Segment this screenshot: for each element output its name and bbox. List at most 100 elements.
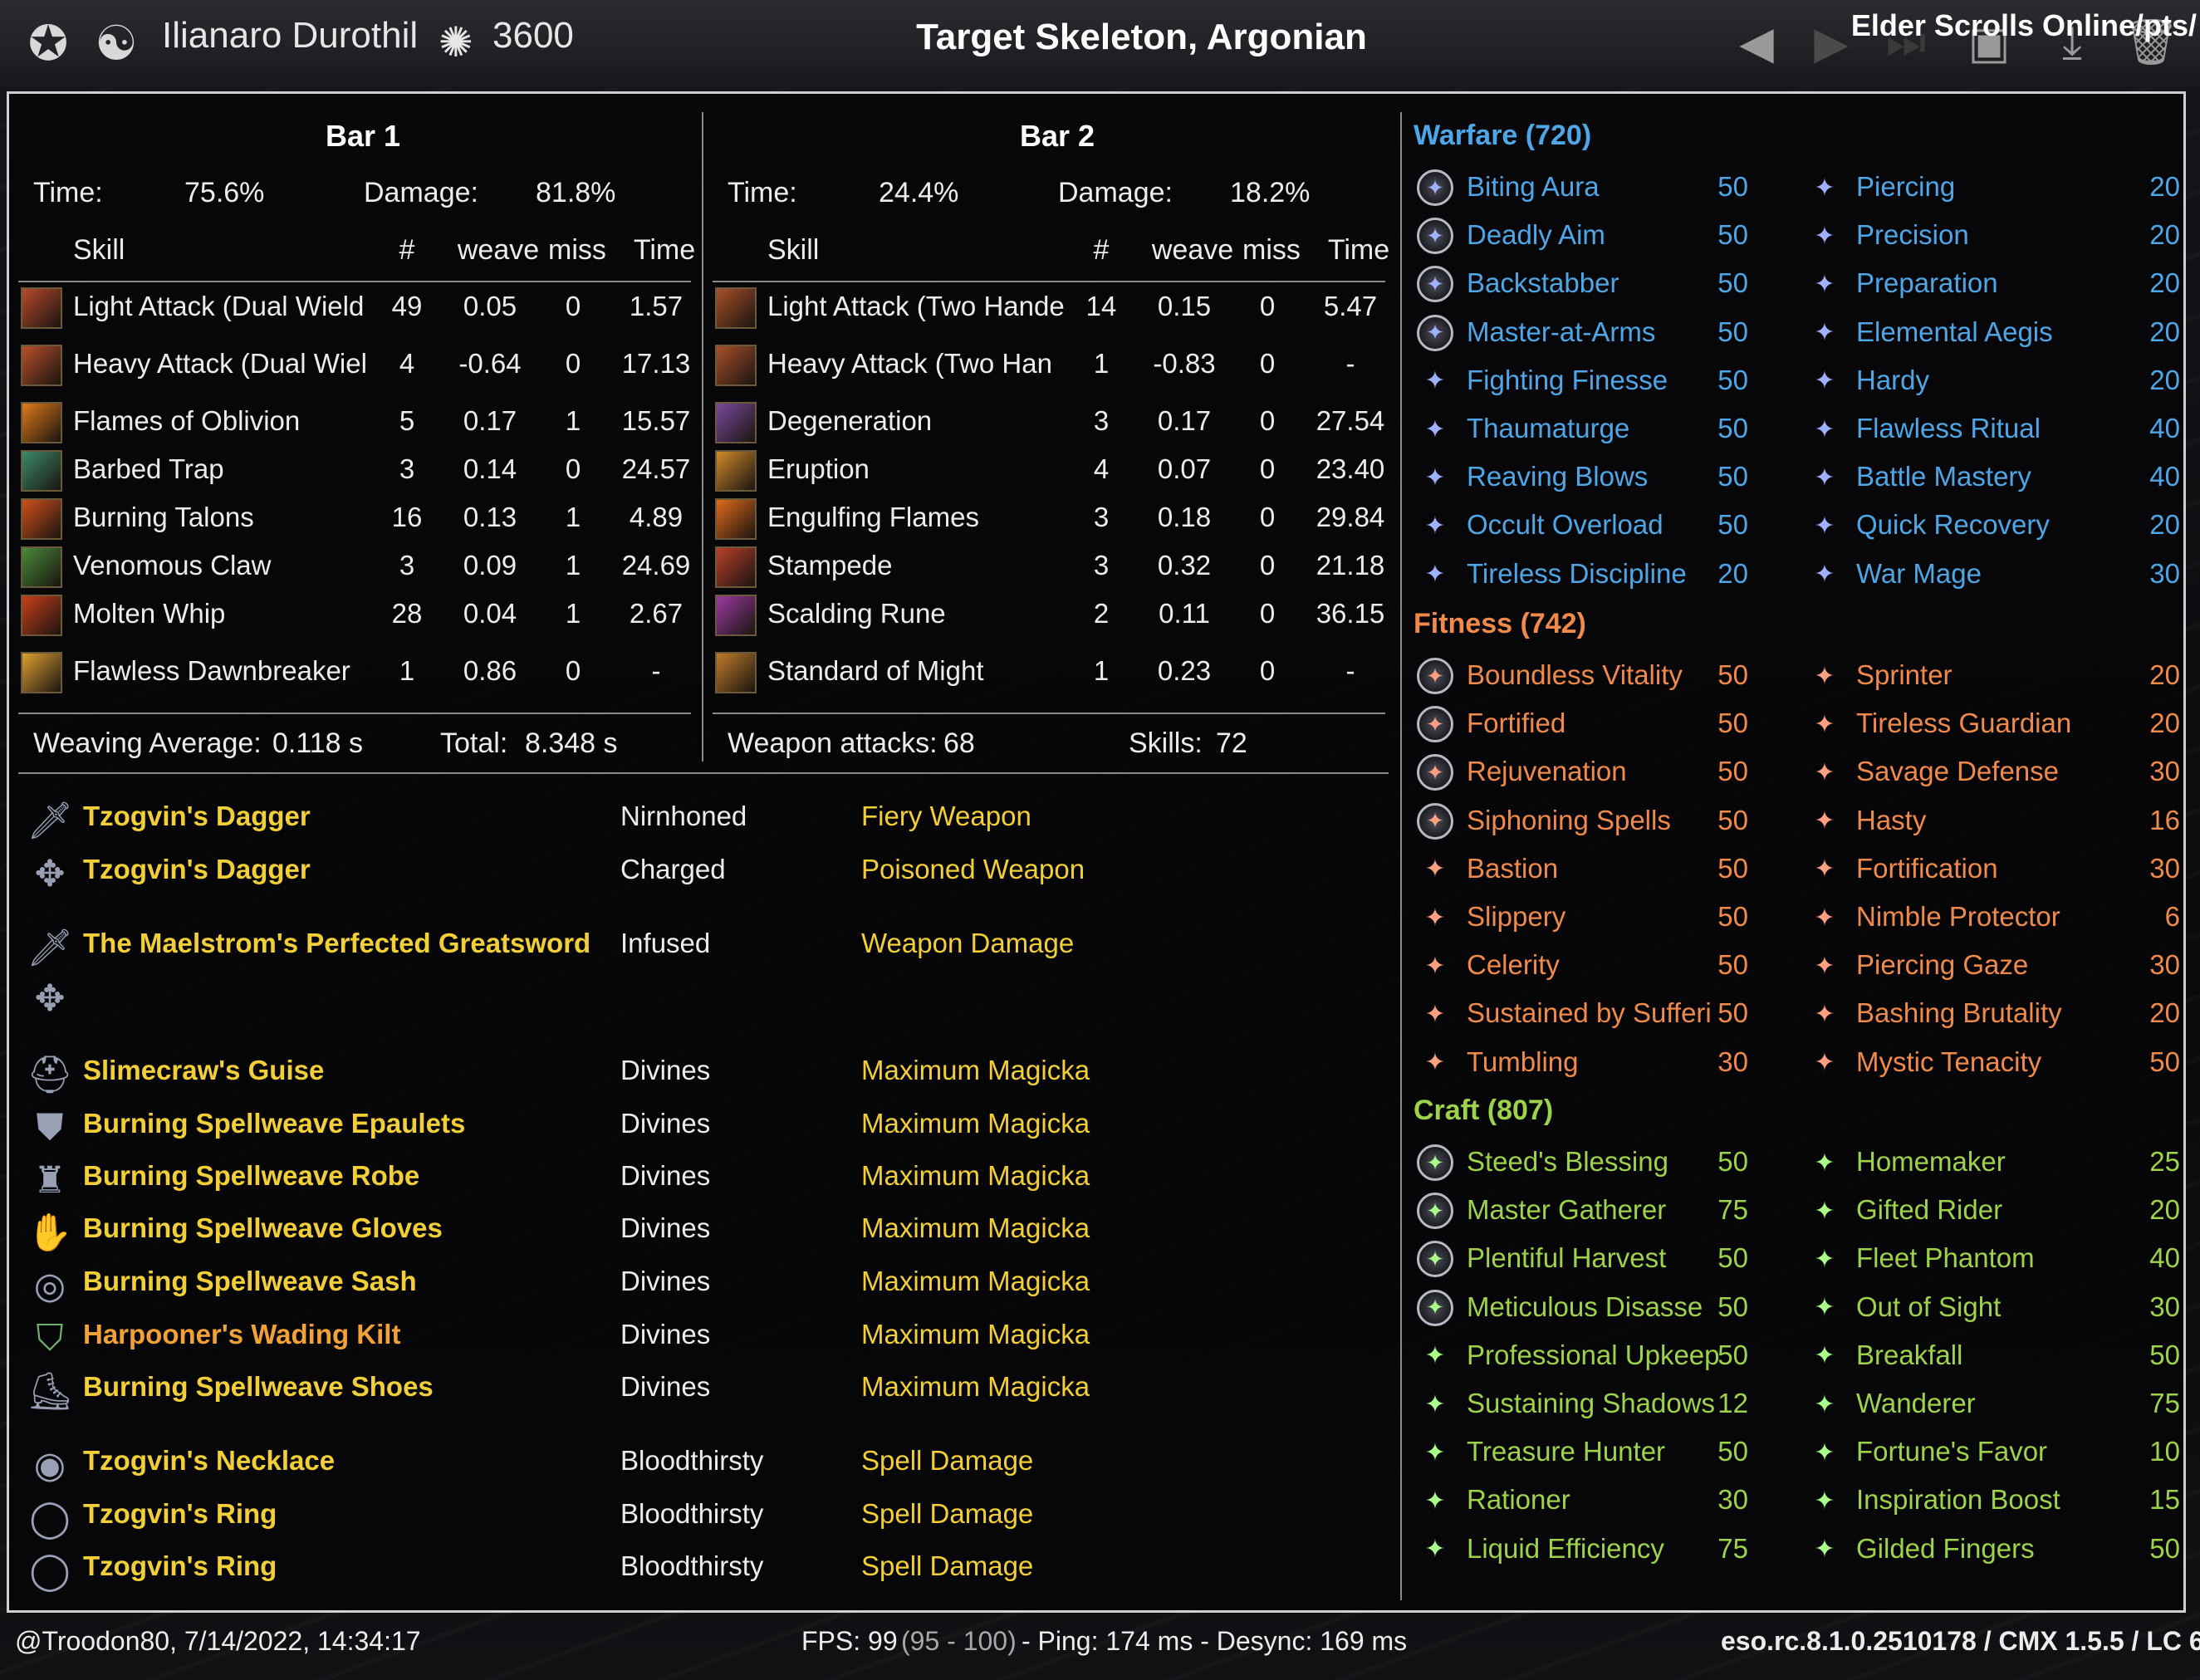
cp-star-name: Liquid Efficiency	[1467, 1532, 1664, 1564]
gear-trait: Divines	[620, 1212, 711, 1243]
skill-name: Degeneration	[767, 405, 933, 436]
gear-item-name: Tzogvin's Necklace	[83, 1445, 336, 1476]
cp-star-icon: ✦	[1814, 904, 1835, 932]
skill-time: 17.13	[621, 348, 691, 379]
cp-star-value: 50	[1717, 901, 1748, 932]
cp-star-icon: ✦	[1814, 1197, 1835, 1225]
gear-item-name: Tzogvin's Ring	[83, 1498, 277, 1529]
cp-star-name: Fortified	[1467, 708, 1566, 739]
cp-star-icon: ✦	[1424, 1000, 1446, 1028]
skill-count: 1	[1093, 655, 1110, 686]
skill-count: 28	[391, 598, 423, 629]
cp-star-name: Master Gatherer	[1467, 1194, 1667, 1226]
cp-star-value: 6	[2164, 901, 2180, 932]
empty-offhand-icon: ✥	[34, 977, 66, 1019]
skill-name: Light Attack (Dual Wield	[73, 291, 365, 321]
damage-percent: 18.2%	[1230, 177, 1311, 208]
gear-trait: Divines	[620, 1319, 711, 1349]
skill-time: -	[651, 655, 661, 686]
cp-star-value: 50	[1717, 804, 1748, 835]
skill-weave: 0.13	[463, 502, 517, 532]
venomous-claw-icon	[21, 546, 62, 588]
cp-star-name: Reaving Blows	[1467, 461, 1649, 492]
footer-fps-range: (95 - 100)	[901, 1626, 1017, 1656]
gear-enchant: Spell Damage	[861, 1445, 1034, 1476]
cp-star-name: Wanderer	[1856, 1388, 1976, 1418]
cp-star-name: Battle Mastery	[1856, 461, 2031, 492]
footer-version: eso.rc.8.1.0.2510178 / CMX 1.5.5 / LC 61	[1721, 1626, 2200, 1656]
skill-miss: 0	[565, 453, 581, 484]
dagger-offhand-icon: ✥	[34, 853, 66, 894]
cp-star-value: 20	[2149, 316, 2180, 347]
cp-star-value: 50	[1717, 852, 1748, 884]
cp-star-name: Treasure Hunter	[1467, 1436, 1666, 1467]
skill-time: 1.57	[629, 291, 684, 321]
gear-item-name: Tzogvin's Ring	[83, 1550, 277, 1581]
barbed-trap-icon	[21, 450, 62, 492]
column-header: weave	[1151, 234, 1234, 266]
cp-star-icon: ✦	[1814, 855, 1835, 884]
cp-star-icon: ✦	[1814, 415, 1835, 443]
skill-count: 3	[1093, 502, 1110, 532]
skill-weave: 0.07	[1157, 453, 1212, 484]
skill-time: 2.67	[629, 598, 684, 629]
gear-enchant: Weapon Damage	[861, 928, 1075, 958]
cp-slotted-star-icon: ✦	[1417, 314, 1453, 351]
column-header: miss	[1242, 234, 1301, 266]
skill-count: 3	[1093, 550, 1110, 580]
cp-star-icon: ✦	[1424, 952, 1446, 980]
skill-time: 15.57	[621, 405, 691, 436]
previous-fight-icon[interactable]: ◀	[1727, 12, 1786, 72]
greatsword-icon: 🗡	[27, 928, 73, 968]
cp-star-value: 20	[2149, 659, 2180, 690]
cp-star-icon: ✦	[1814, 1000, 1835, 1028]
cp-star-value: 50	[1717, 1291, 1748, 1322]
cp-star-value: 40	[2149, 461, 2180, 492]
cp-tree-title: Warfare (720)	[1414, 120, 1592, 151]
cp-star-name: Piercing Gaze	[1856, 949, 2029, 981]
skill-name: Barbed Trap	[73, 453, 224, 484]
cp-star-icon: ✦	[1814, 319, 1835, 347]
gear-item-name: Burning Spellweave Gloves	[83, 1212, 443, 1243]
skill-weave: -0.83	[1153, 348, 1216, 379]
cp-star-name: Biting Aura	[1467, 171, 1600, 202]
cp-slotted-star-icon: ✦	[1417, 706, 1453, 743]
cp-star-value: 75	[2149, 1388, 2180, 1418]
header-divider	[713, 281, 1385, 282]
cp-star-value: 50	[1717, 364, 1748, 395]
gear-item-name: Burning Spellweave Sash	[83, 1266, 417, 1296]
cp-star-icon: ✦	[1814, 512, 1835, 540]
skill-count: 5	[399, 405, 415, 436]
cp-star-value: 50	[1717, 171, 1748, 202]
skill-time: 29.84	[1316, 502, 1385, 532]
gear-enchant: Maximum Magicka	[861, 1160, 1090, 1191]
stampede-icon	[715, 546, 757, 588]
cp-star-name: Tumbling	[1467, 1046, 1579, 1077]
gear-enchant: Maximum Magicka	[861, 1108, 1090, 1139]
cp-star-value: 50	[1717, 949, 1748, 981]
skill-miss: 0	[1259, 598, 1276, 629]
gear-enchant: Maximum Magicka	[861, 1266, 1090, 1296]
cp-star-name: Nimble Protector	[1856, 901, 2060, 932]
shoulders-icon: ⛊	[36, 1107, 64, 1148]
cp-star-icon: ✦	[1424, 904, 1446, 932]
skill-weave: 0.04	[463, 598, 517, 629]
cp-star-icon: ✦	[1814, 758, 1835, 786]
gear-enchant: Maximum Magicka	[861, 1055, 1090, 1085]
skill-weave: 0.14	[463, 453, 517, 484]
cp-star-value: 20	[1717, 557, 1748, 589]
skill-name: Venomous Claw	[73, 550, 272, 580]
skill-name: Light Attack (Two Hande	[767, 291, 1065, 321]
skill-miss: 1	[565, 598, 581, 629]
cp-star-name: Sprinter	[1856, 659, 1953, 690]
cp-star-value: 50	[1717, 316, 1748, 347]
cp-star-value: 75	[1717, 1194, 1748, 1226]
skill-count: 16	[391, 502, 423, 532]
gloves-icon: ✋	[27, 1212, 73, 1253]
skill-count: 1	[399, 655, 415, 686]
skill-weave: -0.64	[458, 348, 522, 379]
cp-slotted-star-icon: ✦	[1417, 169, 1453, 206]
cp-star-icon: ✦	[1814, 1342, 1835, 1370]
gear-trait: Bloodthirsty	[620, 1550, 764, 1581]
gear-trait: Divines	[620, 1055, 711, 1085]
